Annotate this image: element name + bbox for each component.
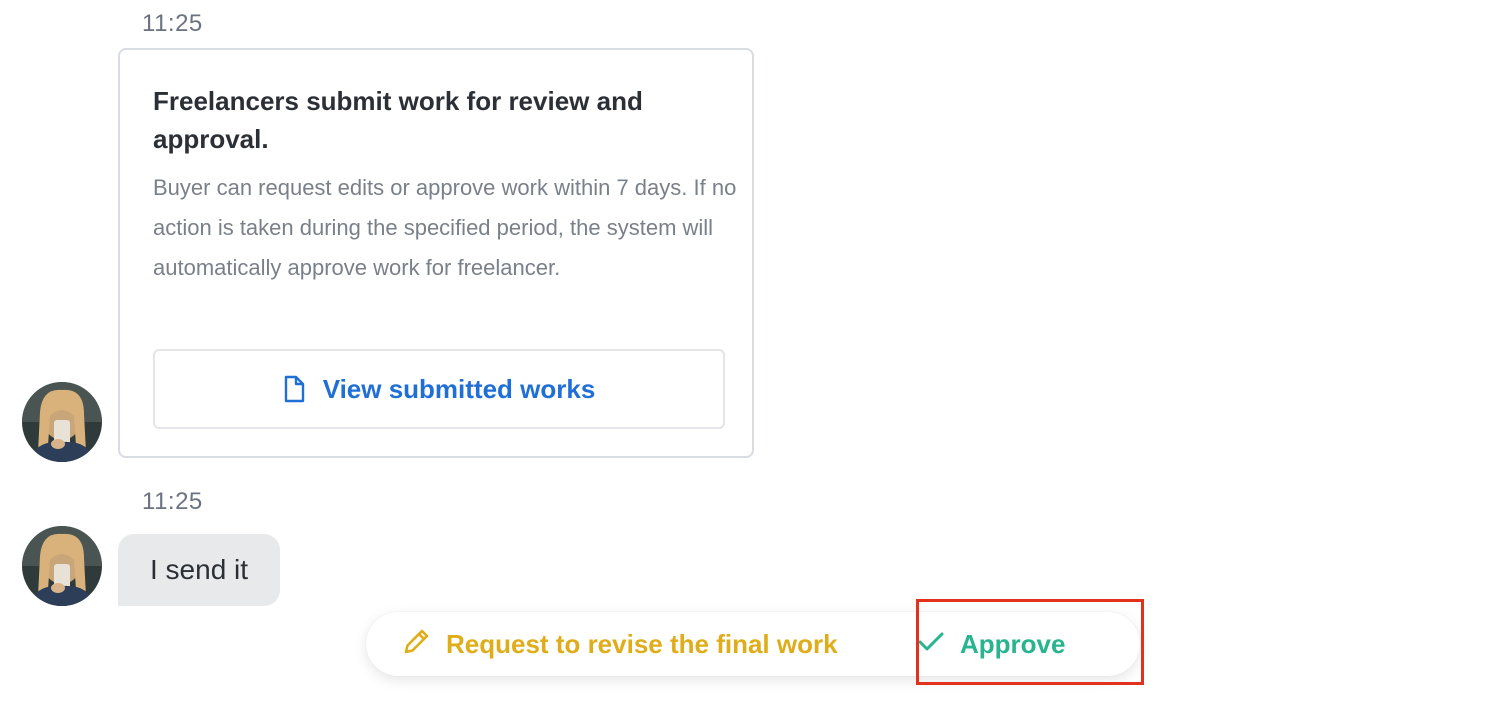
request-revision-button[interactable]: Request to revise the final work [366,612,880,676]
message-bubble: I send it [118,534,281,606]
pencil-icon [402,626,432,663]
avatar [22,382,102,462]
view-submitted-works-label: View submitted works [322,373,596,404]
document-icon [283,375,305,403]
review-action-bar: Request to revise the final work Approve [366,612,1140,676]
check-icon [918,629,944,660]
request-revision-label: Request to revise the final work [446,628,838,659]
submission-card: Freelancers submit work for review and a… [118,48,754,458]
approve-button[interactable]: Approve [880,612,1065,676]
approve-label: Approve [960,628,1066,659]
message-timestamp: 11:25 [142,488,203,515]
view-submitted-works-button[interactable]: View submitted works [153,349,725,429]
avatar [22,526,102,606]
message-timestamp: 11:25 [142,10,203,37]
card-description: Buyer can request edits or approve work … [153,175,737,280]
card-title: Freelancers submit work for review and a… [153,86,643,154]
